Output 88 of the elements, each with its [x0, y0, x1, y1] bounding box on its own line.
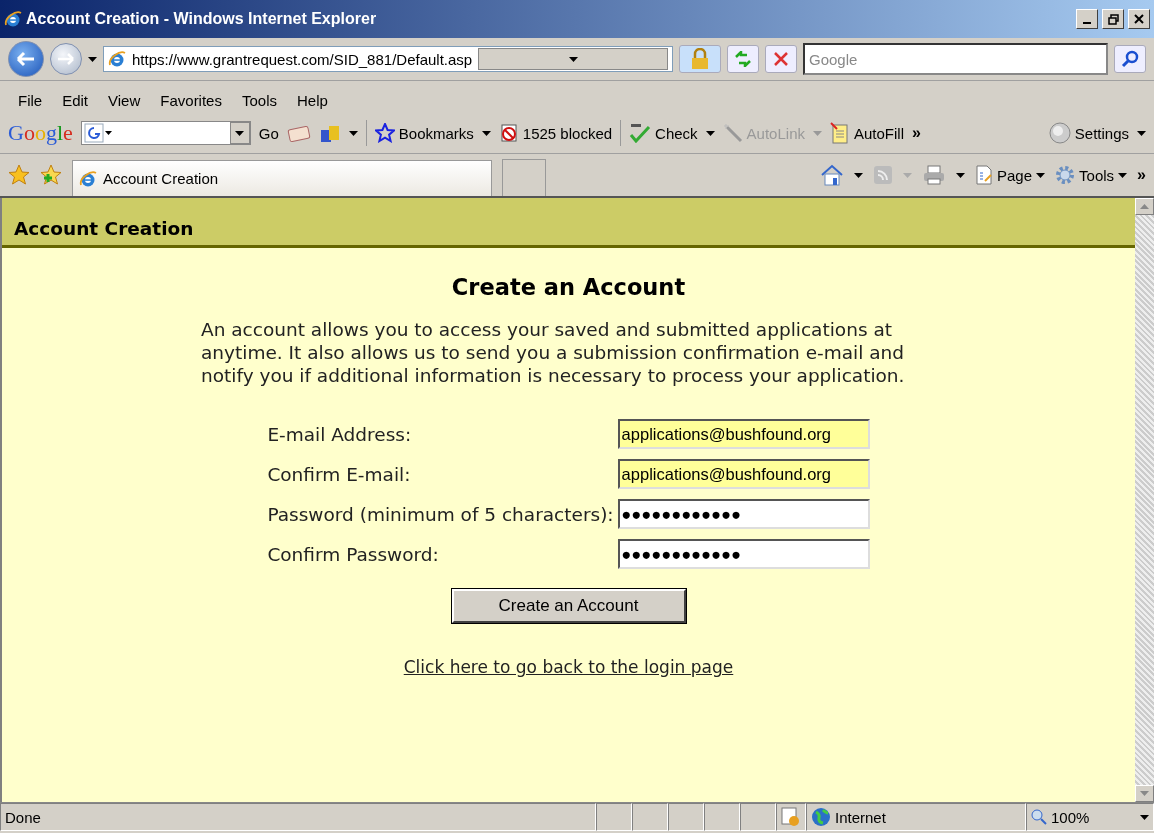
refresh-arrows-icon: [734, 51, 752, 67]
field-label: Password (minimum of 5 characters):: [267, 503, 614, 525]
page-menu-button[interactable]: Page: [997, 166, 1033, 184]
create-account-button[interactable]: Create an Account: [451, 589, 686, 623]
gear-icon: [1055, 165, 1076, 185]
menu-item[interactable]: Favorites: [150, 89, 232, 111]
circle-icon: [1048, 122, 1071, 144]
back-arrow-icon: [16, 51, 36, 67]
address-field[interactable]: https://www.grantrequest.com/SID_881/Default.asp: [103, 46, 673, 72]
caret-icon[interactable]: [1036, 172, 1046, 178]
google-logo: Google: [8, 120, 73, 146]
autofill-button[interactable]: AutoFill: [830, 122, 904, 144]
g-icon: [83, 123, 114, 143]
browser-logo-icon: [4, 10, 22, 28]
field-label: Confirm E-mail:: [267, 463, 412, 485]
menu-item[interactable]: File: [8, 89, 53, 111]
intro-paragraph: An account allows you to access your saved and submitted applications at anytime. It also allows us to send you a submission confirmation e-mail and notify you if additional information is necessary to process your application.: [201, 318, 906, 387]
go-button[interactable]: Go: [258, 124, 279, 142]
zoom-level[interactable]: 100%: [1051, 808, 1090, 826]
caret-icon[interactable]: [348, 130, 358, 136]
search-button[interactable]: [1114, 45, 1146, 73]
browser-logo-icon: [79, 169, 97, 188]
star-icon: [374, 123, 395, 143]
refresh-button[interactable]: [727, 45, 759, 73]
lock-icon[interactable]: [679, 45, 721, 73]
caret-icon[interactable]: [1137, 130, 1146, 136]
status-text: Done: [0, 803, 596, 831]
caret-icon[interactable]: [956, 172, 965, 178]
page-icon: [975, 165, 993, 185]
forward-arrow-icon: [57, 52, 75, 66]
caret-icon[interactable]: [235, 130, 245, 136]
browser-tab[interactable]: Account Creation: [72, 160, 492, 196]
restore-button[interactable]: [1102, 9, 1124, 29]
input-field[interactable]: applications@bushfound.org: [617, 419, 870, 449]
zone-label: Internet: [835, 808, 886, 826]
close-button[interactable]: [1128, 9, 1150, 29]
page-heading: Create an Account: [451, 274, 686, 300]
check-button[interactable]: Check: [629, 123, 698, 143]
more-chevron[interactable]: »: [1137, 166, 1146, 184]
caret-icon[interactable]: [1140, 814, 1149, 820]
stop-button[interactable]: [765, 45, 797, 73]
spellcheck-icon: [629, 123, 652, 143]
menu-item[interactable]: View: [98, 89, 151, 111]
caret-icon[interactable]: [705, 130, 715, 136]
close-icon: [1134, 14, 1144, 24]
notepad-icon: [830, 122, 850, 144]
restore-icon: [1107, 13, 1119, 25]
back-button[interactable]: [8, 41, 44, 77]
input-field[interactable]: applications@bushfound.org: [617, 459, 870, 489]
blocked-button[interactable]: 1525 blocked: [498, 123, 613, 143]
caret-icon[interactable]: [854, 172, 863, 178]
scroll-down-button[interactable]: [1135, 785, 1154, 802]
bookmarks-button[interactable]: Bookmarks: [374, 123, 474, 143]
forward-button[interactable]: [50, 43, 82, 75]
favorites-star-icon[interactable]: [8, 164, 30, 186]
search-field[interactable]: Google: [803, 43, 1108, 75]
scroll-up-button[interactable]: [1135, 198, 1154, 215]
caret-icon[interactable]: [1118, 172, 1128, 178]
down-arrow-icon: [1140, 791, 1149, 796]
more-chevron[interactable]: »: [912, 124, 921, 142]
tools-menu-button[interactable]: Tools: [1079, 166, 1115, 184]
google-search-field[interactable]: [80, 121, 251, 145]
caret-icon[interactable]: [481, 130, 491, 136]
field-label: E-mail Address:: [267, 423, 413, 445]
zoom-icon: [1031, 809, 1047, 825]
up-arrow-icon: [1140, 204, 1149, 209]
input-field[interactable]: ●●●●●●●●●●●●: [617, 539, 870, 569]
window-title: Account Creation - Windows Internet Explorer: [26, 10, 378, 28]
home-icon[interactable]: [820, 164, 844, 186]
field-label: Confirm Password:: [267, 543, 440, 565]
login-link[interactable]: Click here to go back to the login page: [403, 657, 734, 677]
menu-item[interactable]: Tools: [231, 89, 287, 111]
page-header: Account Creation: [2, 198, 1135, 248]
popup-blocked-icon: [498, 123, 519, 143]
caret-icon[interactable]: [568, 56, 578, 62]
menu-item[interactable]: Help: [287, 89, 338, 111]
globe-icon: [811, 807, 831, 827]
scrollbar[interactable]: [1135, 198, 1154, 802]
minimize-icon: [1083, 22, 1091, 24]
minimize-button[interactable]: [1076, 9, 1098, 29]
search-icon: [1121, 50, 1139, 68]
input-field[interactable]: ●●●●●●●●●●●●: [617, 499, 870, 529]
page-icon: [108, 50, 126, 68]
printer-icon[interactable]: [922, 164, 946, 186]
stop-x-icon: [774, 52, 788, 66]
menu-item[interactable]: Edit: [52, 89, 99, 111]
caret-icon[interactable]: [88, 56, 97, 62]
settings-button[interactable]: Settings: [1048, 122, 1129, 144]
